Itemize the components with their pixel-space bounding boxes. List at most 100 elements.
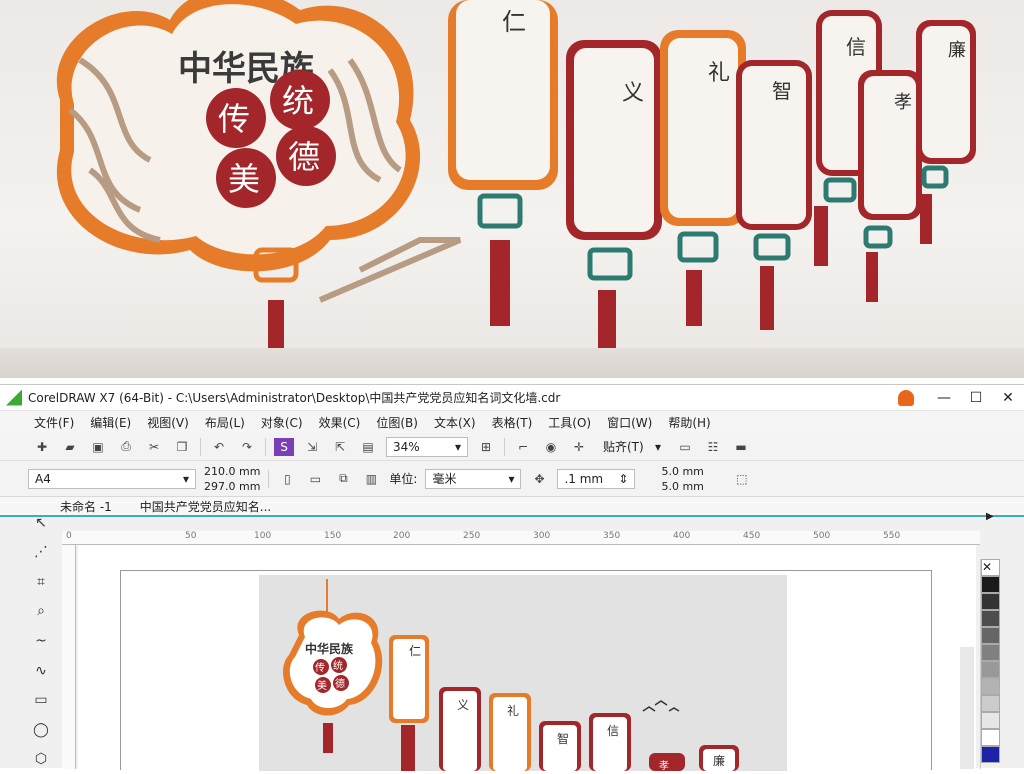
rectangle-tool-icon[interactable]: ▭ — [31, 690, 51, 710]
menu-window[interactable]: 窗口(W) — [607, 414, 652, 431]
palette-swatch[interactable] — [981, 661, 1000, 678]
minimize-button[interactable]: — — [928, 390, 960, 406]
palette-swatch[interactable] — [981, 729, 1000, 746]
cut-icon[interactable]: ✂ — [144, 438, 164, 456]
search-content-icon[interactable]: S — [274, 437, 294, 456]
snap-to-dropdown[interactable]: 贴齐(T) ▾ — [597, 437, 667, 457]
units-label: 单位: — [389, 472, 418, 486]
drawing-canvas[interactable]: 中华民族 传 统 美 德 仁 义 礼 智 信 孝 廉 — [78, 545, 976, 772]
tab-culture-wall[interactable]: 中国共产党党员应知名... — [140, 498, 271, 515]
zoom-level: 34% — [393, 439, 420, 454]
crosshair-icon[interactable]: ✛ — [569, 438, 589, 456]
horizontal-ruler[interactable]: 0 50 100 150 200 250 300 350 400 450 500… — [62, 531, 980, 545]
full-screen-icon[interactable]: ⊞ — [476, 438, 496, 456]
duplicate-x-field[interactable]: 5.0 mm — [661, 464, 703, 479]
ruler-tick: 300 — [533, 531, 551, 541]
redo-icon[interactable]: ↷ — [237, 438, 257, 456]
palette-swatch[interactable] — [981, 644, 1000, 661]
application-launcher-icon[interactable]: ☷ — [703, 438, 723, 456]
menu-object[interactable]: 对象(C) — [261, 414, 303, 431]
menu-layout[interactable]: 布局(L) — [205, 414, 245, 431]
open-folder-icon[interactable]: ▰ — [60, 438, 80, 456]
menu-effects[interactable]: 效果(C) — [319, 414, 361, 431]
artwork-board-char: 礼 — [507, 703, 519, 718]
zoom-tool-icon[interactable]: ⌕ — [31, 602, 51, 622]
zoom-combo[interactable]: 34% ▾ — [386, 436, 468, 457]
menu-help[interactable]: 帮助(H) — [668, 414, 710, 431]
show-rulers-icon[interactable]: ⌐ — [513, 438, 533, 456]
duplicate-y-field[interactable]: 5.0 mm — [661, 479, 703, 494]
export-icon[interactable]: ⇱ — [330, 438, 350, 456]
menu-edit[interactable]: 编辑(E) — [90, 414, 131, 431]
artwork-board-char: 仁 — [409, 644, 421, 658]
artwork-board-char: 孝 — [659, 760, 669, 771]
artwork-char-2: 统 — [333, 659, 343, 672]
tab-untitled[interactable]: 未命名 -1 — [60, 498, 112, 515]
char-4: 德 — [288, 138, 320, 176]
menu-table[interactable]: 表格(T) — [492, 414, 533, 431]
page-width-field[interactable]: 210.0 mm — [204, 464, 260, 479]
publish-pdf-icon[interactable]: ▤ — [358, 438, 378, 456]
tabs-scroll-right-icon[interactable]: ▶ — [986, 511, 994, 522]
crop-tool-icon[interactable]: ⌗ — [31, 572, 51, 592]
palette-swatch[interactable] — [981, 576, 1000, 593]
copy-icon[interactable]: ❐ — [172, 438, 192, 456]
property-bar: A4 ▾ 210.0 mm 297.0 mm ▯ ▭ ⧉ ▥ 单位: 毫米 ▾ ✥ … — [0, 461, 1024, 497]
menu-tools[interactable]: 工具(O) — [548, 414, 591, 431]
welcome-screen-icon[interactable]: ▬ — [731, 438, 751, 456]
save-icon[interactable]: ▣ — [88, 438, 108, 456]
options-icon[interactable]: ▭ — [675, 438, 695, 456]
menu-view[interactable]: 视图(V) — [147, 414, 189, 431]
polygon-tool-icon[interactable]: ⬡ — [31, 750, 51, 770]
menu-bitmaps[interactable]: 位图(B) — [376, 414, 418, 431]
palette-swatch[interactable] — [981, 712, 1000, 729]
palette-swatch[interactable] — [981, 695, 1000, 712]
units-select[interactable]: 毫米 ▾ — [425, 468, 522, 489]
maximize-button[interactable]: ☐ — [960, 390, 992, 406]
vertical-ruler[interactable] — [62, 545, 76, 769]
ellipse-tool-icon[interactable]: ◯ — [31, 720, 51, 740]
ruler-tick: 150 — [324, 531, 342, 541]
menu-text[interactable]: 文本(X) — [434, 414, 476, 431]
all-pages-icon[interactable]: ⧉ — [333, 470, 353, 488]
import-icon[interactable]: ⇲ — [302, 438, 322, 456]
menu-file[interactable]: 文件(F) — [34, 414, 74, 431]
palette-swatch[interactable] — [981, 610, 1000, 627]
landscape-icon[interactable]: ▭ — [305, 470, 325, 488]
portrait-icon[interactable]: ▯ — [277, 470, 297, 488]
current-page-icon[interactable]: ▥ — [361, 470, 381, 488]
user-icon[interactable] — [898, 389, 914, 406]
treat-as-filled-icon[interactable]: ⬚ — [732, 470, 752, 488]
page-height-field[interactable]: 297.0 mm — [204, 479, 260, 494]
palette-swatch[interactable] — [981, 678, 1000, 695]
board-yi: 义 — [566, 40, 662, 360]
main-panel: 中华民族 传 统 美 德 — [56, 0, 420, 360]
nudge-distance-field[interactable]: .1 mm ⇕ — [557, 468, 636, 489]
shape-tool-icon[interactable]: ⋰ — [31, 543, 51, 563]
hero-photo: 中华民族 传 统 美 德 仁 义 礼 智 信 孝 廉 — [0, 0, 1024, 378]
snap-label: 贴齐(T) — [603, 440, 644, 454]
board-li: 礼 — [660, 30, 746, 326]
page-size-select[interactable]: A4 ▾ — [28, 468, 196, 489]
ruler-tick: 0 — [66, 531, 72, 541]
artwork-preview[interactable]: 中华民族 传 统 美 德 仁 义 礼 智 信 孝 廉 — [259, 575, 787, 772]
artwork-board-char: 义 — [457, 698, 469, 712]
palette-swatch[interactable] — [981, 746, 1000, 763]
pick-tool-icon[interactable]: ↖ — [31, 513, 51, 533]
board-char: 义 — [622, 81, 644, 106]
close-button[interactable]: ✕ — [992, 390, 1024, 406]
document-tabs: 未命名 -1 中国共产党党员应知名... — [0, 497, 1024, 517]
swatch-none[interactable]: ✕ — [981, 559, 1000, 576]
new-document-icon[interactable]: ✚ — [32, 438, 52, 456]
eye-icon[interactable]: ◉ — [541, 438, 561, 456]
freehand-tool-icon[interactable]: ~ — [31, 631, 51, 651]
artistic-media-icon[interactable]: ∿ — [31, 661, 51, 681]
ruler-tick: 50 — [185, 531, 197, 541]
artwork-board-char: 智 — [557, 731, 569, 746]
undo-icon[interactable]: ↶ — [209, 438, 229, 456]
print-icon[interactable]: ⎙ — [116, 438, 136, 456]
palette-swatch[interactable] — [981, 627, 1000, 644]
vertical-scrollbar[interactable] — [960, 647, 974, 769]
duplicate-distance: 5.0 mm 5.0 mm — [661, 464, 703, 494]
palette-swatch[interactable] — [981, 593, 1000, 610]
